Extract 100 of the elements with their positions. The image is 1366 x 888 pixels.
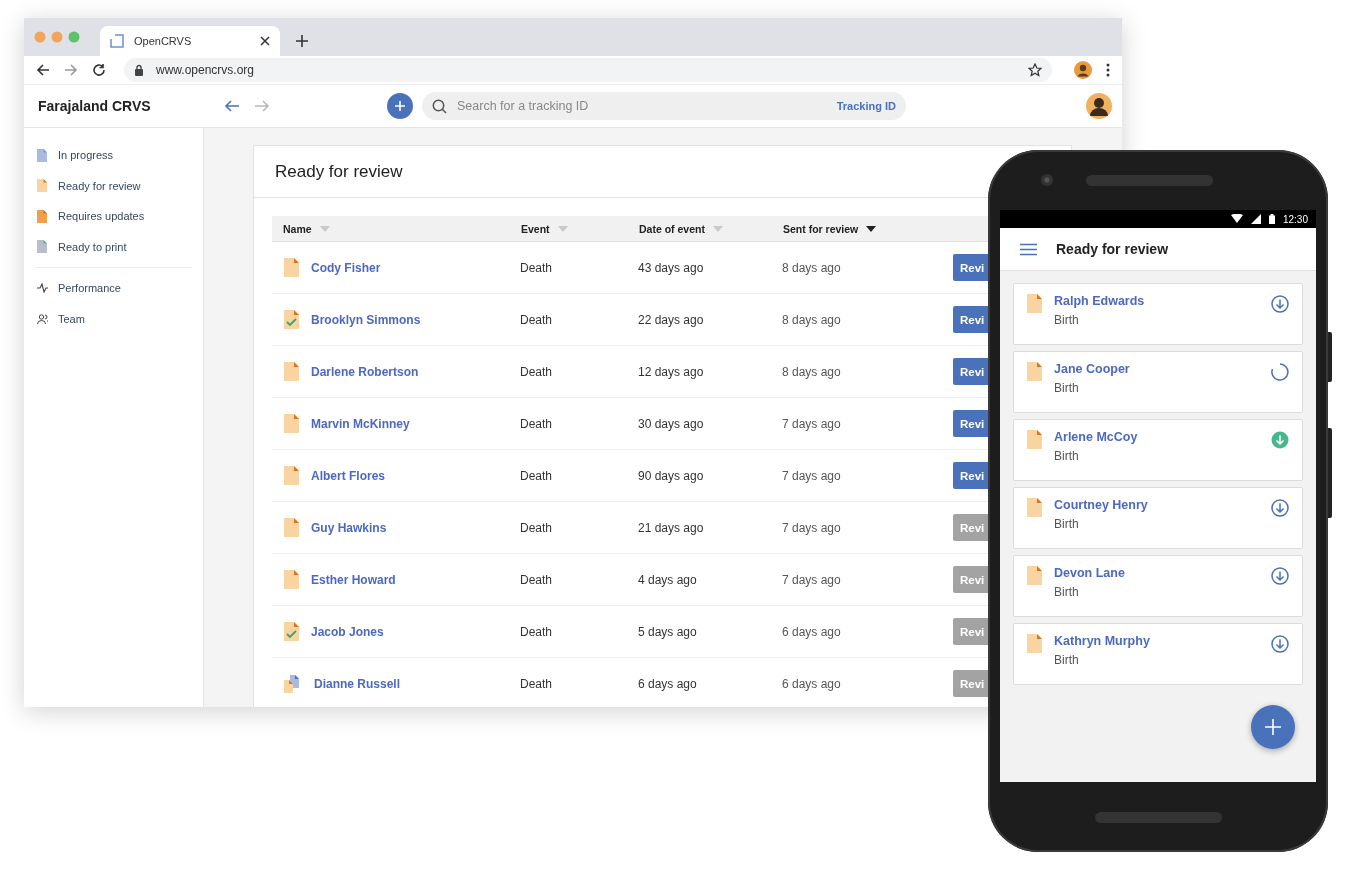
document-icon <box>284 570 299 589</box>
close-icon[interactable] <box>260 36 270 46</box>
date-text: 5 days ago <box>638 624 697 639</box>
checked-document-icon <box>284 622 299 641</box>
address-bar[interactable]: www.opencrvs.org <box>124 58 1052 82</box>
sidebar-item[interactable]: Ready for review <box>24 170 203 201</box>
event-text: Birth <box>1054 653 1080 667</box>
document-icon <box>284 518 299 537</box>
date-text: 4 days ago <box>638 572 697 587</box>
record-name-link[interactable]: Brooklyn Simmons <box>311 312 421 327</box>
column-header[interactable]: Date of event <box>628 222 772 235</box>
screen-title: Ready for review <box>1056 241 1169 257</box>
record-name-link[interactable]: Albert Flores <box>311 468 385 483</box>
browser-tab[interactable]: OpenCRVS <box>100 26 280 56</box>
review-button[interactable]: Revi <box>953 254 989 281</box>
date-text: 8 days ago <box>782 260 841 275</box>
column-header[interactable]: Sent for review <box>772 222 943 235</box>
download-icon[interactable] <box>1271 567 1289 585</box>
event-text: Death <box>520 312 553 327</box>
sidebar-item[interactable]: Requires updates <box>24 201 203 232</box>
camera-icon <box>1040 173 1054 187</box>
event-text: Death <box>520 416 553 431</box>
date-text: 7 days ago <box>782 572 841 587</box>
record-card[interactable]: Kathryn Murphy Birth <box>1013 623 1303 685</box>
document-icon <box>1027 498 1042 517</box>
record-name-link[interactable]: Darlene Robertson <box>311 364 419 379</box>
downloaded-icon <box>1271 431 1289 449</box>
avatar-icon[interactable] <box>1086 93 1112 119</box>
document-icon <box>37 179 48 193</box>
event-text: Death <box>520 572 553 587</box>
url-text: www.opencrvs.org <box>156 63 256 77</box>
record-card[interactable]: Arlene McCoy Birth <box>1013 419 1303 481</box>
avatar-icon[interactable] <box>1074 61 1092 79</box>
date-text: 6 days ago <box>782 676 841 691</box>
download-icon[interactable] <box>1271 295 1289 313</box>
document-icon <box>284 258 299 277</box>
document-icon <box>284 362 299 381</box>
date-text: 6 days ago <box>638 676 697 691</box>
battery-icon <box>1268 214 1275 224</box>
record-name: Courtney Henry <box>1054 498 1149 512</box>
create-button[interactable] <box>1251 705 1295 749</box>
documents-icon <box>284 674 302 693</box>
record-card[interactable]: Jane Cooper Birth <box>1013 351 1303 413</box>
spinner-icon <box>1271 363 1289 381</box>
record-name-link[interactable]: Marvin McKinney <box>311 416 410 431</box>
back-icon[interactable] <box>36 63 50 77</box>
team-icon <box>37 313 48 324</box>
review-button[interactable]: Revi <box>953 358 989 385</box>
star-icon[interactable] <box>1028 63 1042 77</box>
forward-icon[interactable] <box>64 63 78 77</box>
checked-document-icon <box>284 310 299 329</box>
date-text: 12 days ago <box>638 364 704 379</box>
lock-icon <box>134 64 144 76</box>
date-text: 7 days ago <box>782 520 841 535</box>
document-icon <box>37 148 48 162</box>
column-header[interactable]: Event <box>510 222 628 235</box>
page-title: Ready for review <box>275 161 403 182</box>
document-icon <box>1027 294 1042 313</box>
download-icon[interactable] <box>1271 499 1289 517</box>
sidebar-item[interactable]: Performance <box>24 273 203 304</box>
back-arrow-icon[interactable] <box>224 99 240 113</box>
review-button[interactable]: Revi <box>953 462 989 489</box>
record-card[interactable]: Ralph Edwards Birth <box>1013 283 1303 345</box>
event-text: Death <box>520 260 553 275</box>
event-text: Birth <box>1054 585 1080 599</box>
menu-icon[interactable] <box>1106 63 1110 77</box>
date-text: 8 days ago <box>782 364 841 379</box>
column-header[interactable]: Name <box>272 222 510 235</box>
date-text: 8 days ago <box>782 312 841 327</box>
date-text: 7 days ago <box>782 416 841 431</box>
sidebar-item[interactable]: Ready to print <box>24 231 203 262</box>
sidebar-item[interactable]: In progress <box>24 140 203 171</box>
create-button[interactable] <box>387 93 413 119</box>
document-icon <box>1027 430 1042 449</box>
event-text: Birth <box>1054 313 1080 327</box>
new-tab-icon[interactable] <box>296 35 308 47</box>
date-text: 43 days ago <box>638 260 704 275</box>
download-icon[interactable] <box>1271 635 1289 653</box>
record-name: Arlene McCoy <box>1054 430 1139 444</box>
event-text: Birth <box>1054 517 1080 531</box>
event-text: Death <box>520 624 553 639</box>
record-card[interactable]: Courtney Henry Birth <box>1013 487 1303 549</box>
record-name-link[interactable]: Cody Fisher <box>311 260 381 275</box>
document-icon <box>284 466 299 485</box>
wifi-icon <box>1230 214 1243 224</box>
app-title: Farajaland CRVS <box>38 98 152 114</box>
date-text: 6 days ago <box>782 624 841 639</box>
search-field[interactable]: Search for a tracking ID Tracking ID <box>422 92 906 120</box>
document-icon <box>37 240 48 254</box>
record-name: Devon Lane <box>1054 566 1126 580</box>
record-name: Jane Cooper <box>1054 362 1131 376</box>
sidebar-item[interactable]: Team <box>24 303 203 334</box>
status-time: 12:30 <box>1282 213 1308 225</box>
review-button[interactable]: Revi <box>953 306 989 333</box>
reload-icon[interactable] <box>92 63 106 77</box>
document-icon <box>1027 566 1042 585</box>
search-icon <box>432 98 447 114</box>
review-button[interactable]: Revi <box>953 410 989 437</box>
record-card[interactable]: Devon Lane Birth <box>1013 555 1303 617</box>
search-type-selector[interactable]: Tracking ID <box>836 100 896 112</box>
